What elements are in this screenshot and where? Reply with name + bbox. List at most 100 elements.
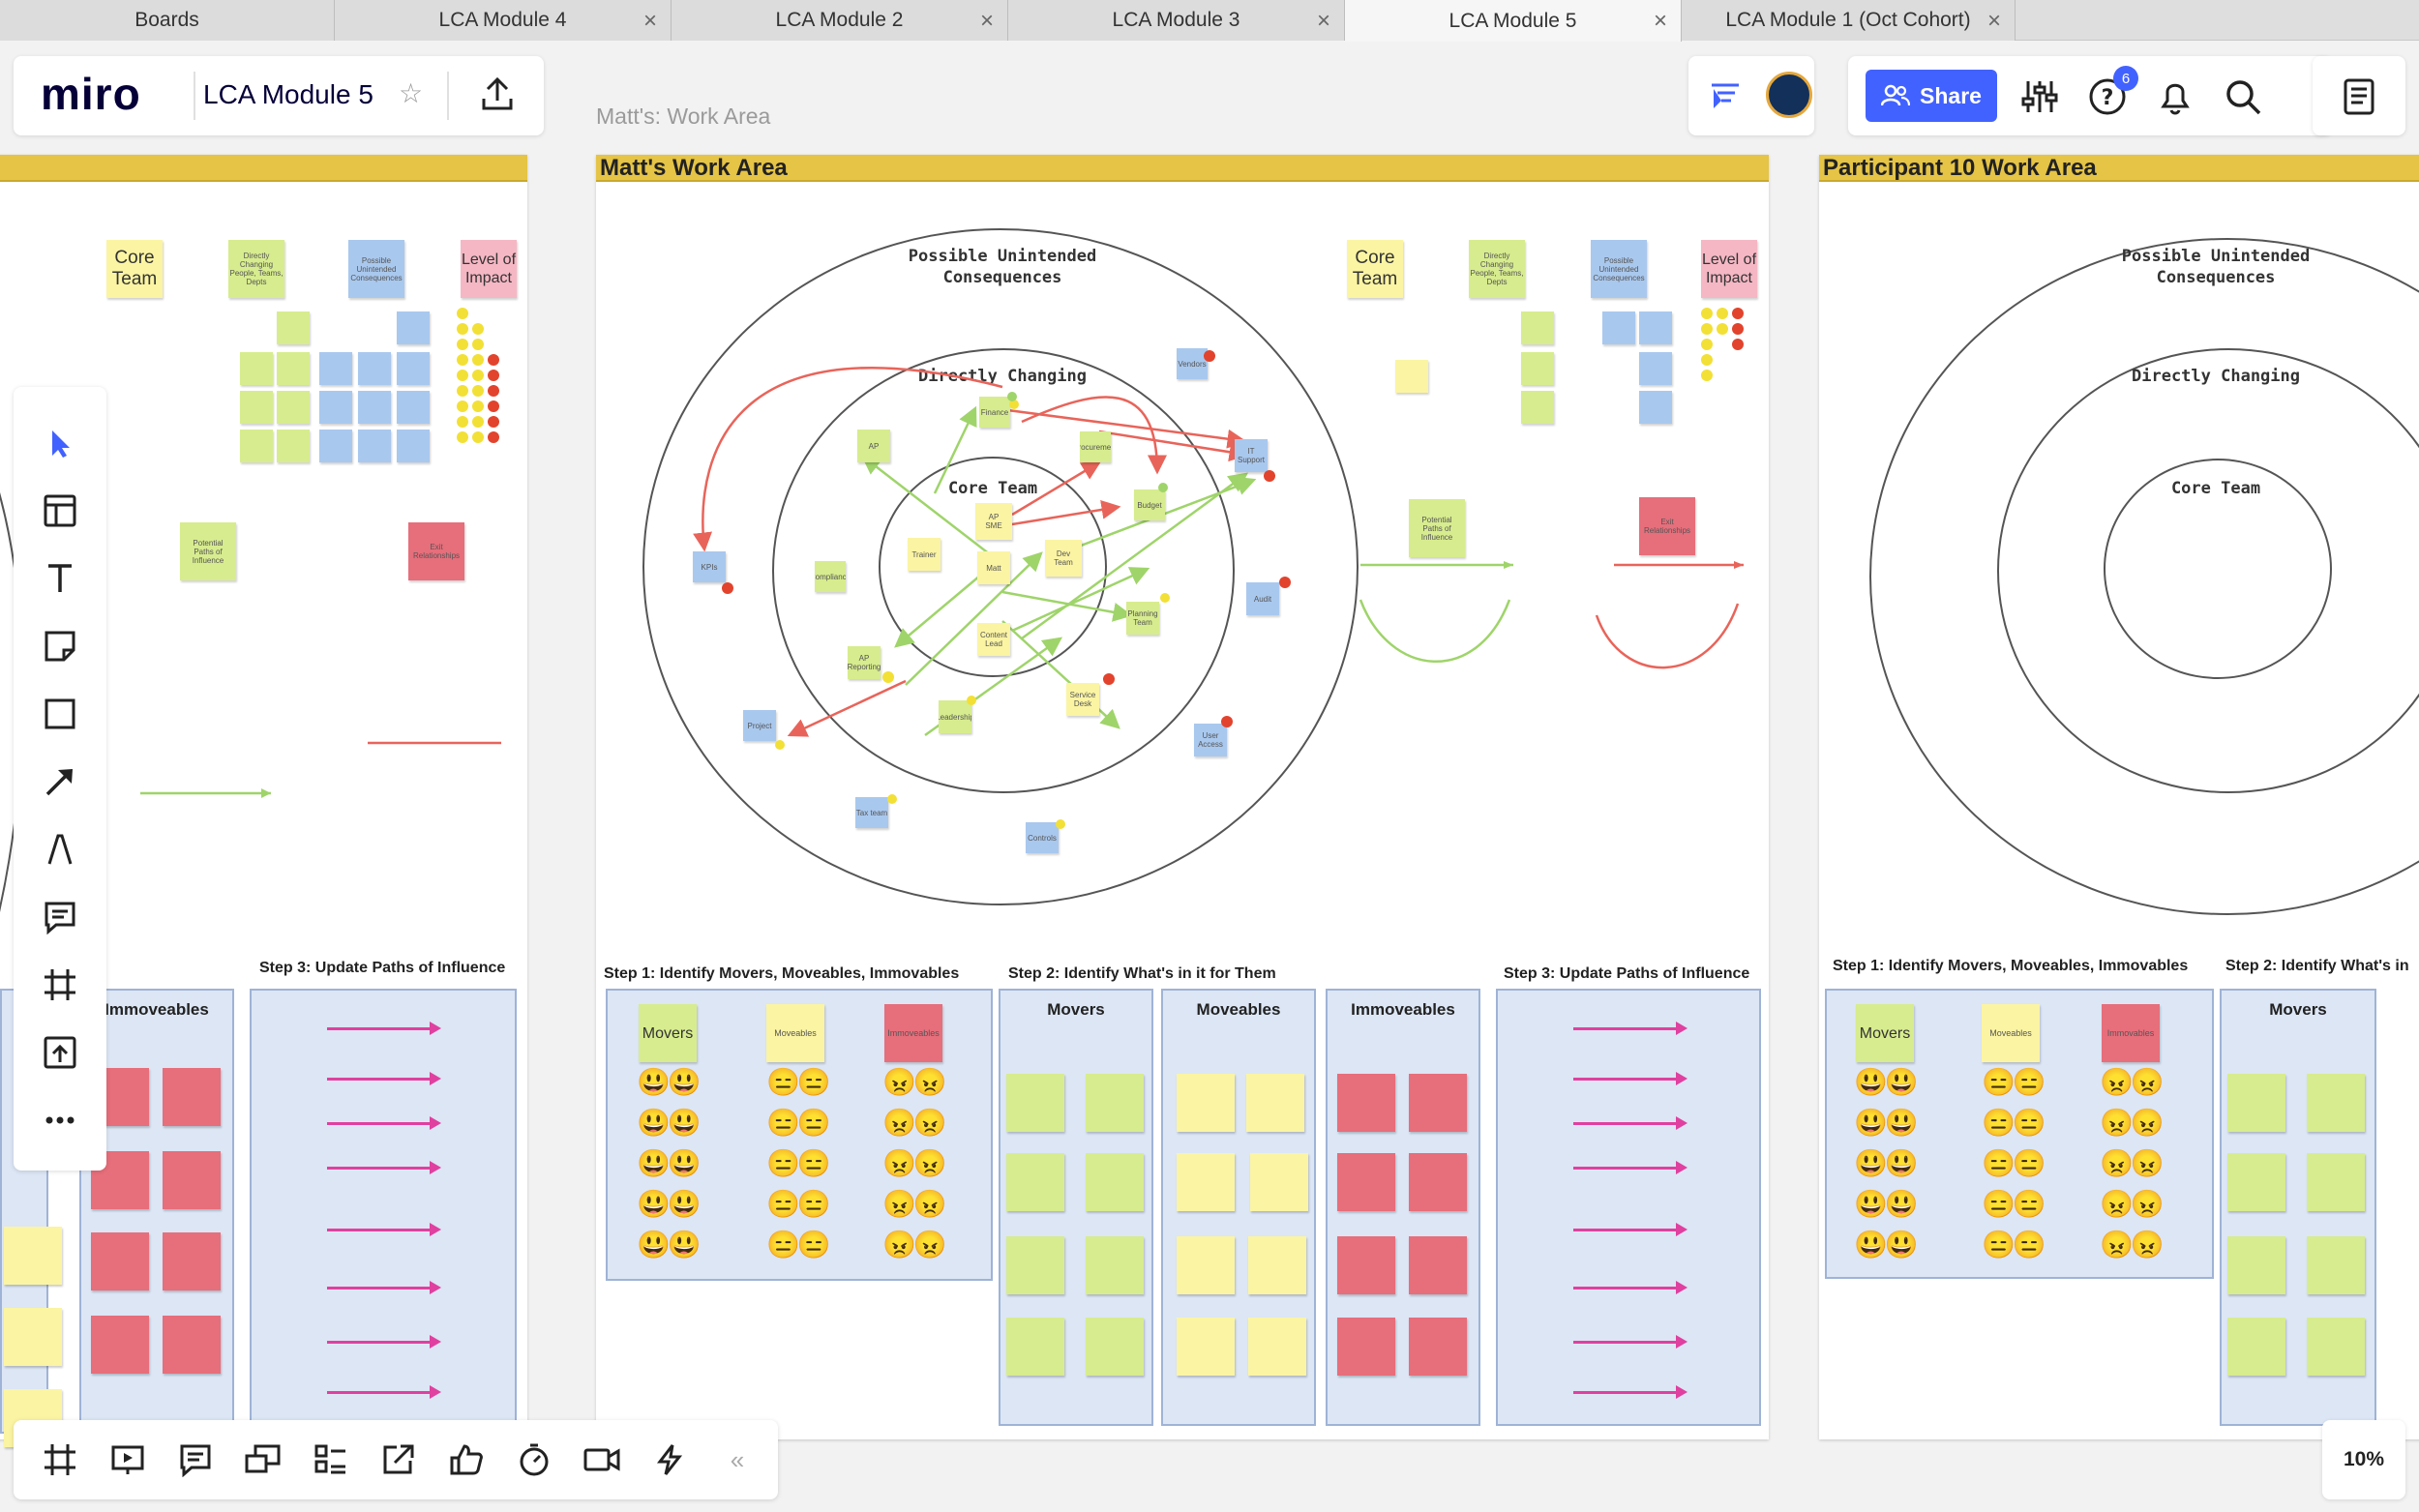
sticky[interactable]	[1006, 1074, 1064, 1132]
sticky-immovables[interactable]: Immoveables	[884, 1004, 942, 1062]
sticky-level-of-impact[interactable]: Level of Impact	[461, 240, 517, 298]
close-icon[interactable]: ×	[1654, 8, 1667, 35]
pen-icon[interactable]	[37, 826, 83, 873]
cards-list-icon[interactable]	[308, 1437, 354, 1483]
select-cursor-icon[interactable]	[37, 420, 83, 466]
sticky[interactable]	[1248, 1318, 1306, 1376]
sticky[interactable]	[4, 1227, 62, 1285]
sticky[interactable]	[1006, 1318, 1064, 1376]
sticky-core-team[interactable]: Core Team	[106, 240, 163, 298]
tab-boards[interactable]: Boards	[0, 0, 335, 41]
miro-logo[interactable]: miro	[41, 68, 141, 120]
connector-arrow-icon[interactable]	[37, 758, 83, 805]
document-icon[interactable]	[2340, 77, 2378, 121]
star-icon[interactable]: ☆	[399, 77, 423, 109]
sticky[interactable]	[1177, 1074, 1235, 1132]
video-icon[interactable]	[579, 1437, 625, 1483]
sticky[interactable]	[4, 1308, 62, 1366]
sticky[interactable]	[240, 352, 273, 385]
sticky[interactable]	[277, 352, 310, 385]
tab-lca-module-2[interactable]: LCA Module 2 ×	[672, 0, 1008, 41]
sticky[interactable]	[1006, 1236, 1064, 1294]
sticky[interactable]	[1086, 1236, 1144, 1294]
sticky[interactable]	[2227, 1153, 2285, 1211]
sticky[interactable]	[358, 352, 391, 385]
share-screen-icon[interactable]	[375, 1437, 422, 1483]
sticky[interactable]	[163, 1316, 221, 1374]
matt-work-area-frame[interactable]: Matt's Work Area Possible Unintended Con…	[596, 155, 1769, 1439]
sticky[interactable]	[1337, 1318, 1395, 1376]
sticky[interactable]	[91, 1232, 149, 1290]
participant-10-work-area-frame[interactable]: Participant 10 Work Area Possible Uninte…	[1819, 155, 2419, 1439]
export-icon[interactable]	[478, 75, 517, 119]
sticky[interactable]	[1337, 1153, 1395, 1211]
sticky-core-team-legend[interactable]: Core Team	[1347, 240, 1403, 298]
close-icon[interactable]: ×	[1317, 8, 1330, 35]
sticky[interactable]	[1337, 1236, 1395, 1294]
sticky[interactable]	[1086, 1153, 1144, 1211]
timer-icon[interactable]	[511, 1437, 557, 1483]
upload-icon[interactable]	[37, 1029, 83, 1076]
collapse-chevrons-icon[interactable]: «	[714, 1437, 761, 1483]
frames-icon[interactable]	[37, 1437, 83, 1483]
sticky-directly-changing[interactable]: Directly Changing People, Teams, Depts	[228, 240, 284, 298]
sticky-unintended[interactable]: Possible Unintended Consequences	[348, 240, 404, 298]
share-button[interactable]: Share	[1866, 70, 1997, 122]
zoom-level[interactable]: 10%	[2322, 1420, 2405, 1499]
close-icon[interactable]: ×	[980, 8, 994, 35]
sticky[interactable]	[91, 1316, 149, 1374]
sticky[interactable]	[2307, 1153, 2365, 1211]
sticky[interactable]	[1250, 1153, 1308, 1211]
sticky[interactable]	[2307, 1074, 2365, 1132]
sticky[interactable]	[397, 311, 430, 344]
sticky[interactable]	[163, 1068, 221, 1126]
sticky[interactable]	[397, 391, 430, 424]
sticky-note-icon[interactable]	[37, 623, 83, 669]
sticky[interactable]	[163, 1232, 221, 1290]
sticky[interactable]	[2307, 1236, 2365, 1294]
sticky[interactable]	[1086, 1074, 1144, 1132]
tab-lca-module-1[interactable]: LCA Module 1 (Oct Cohort) ×	[1682, 0, 2016, 41]
sticky[interactable]	[1246, 1074, 1304, 1132]
avatar[interactable]	[1766, 72, 1812, 118]
shape-icon[interactable]	[37, 691, 83, 737]
sticky[interactable]	[1639, 352, 1672, 385]
comments-icon[interactable]	[172, 1437, 219, 1483]
sticky[interactable]	[2227, 1236, 2285, 1294]
more-icon[interactable]	[37, 1097, 83, 1143]
tab-lca-module-4[interactable]: LCA Module 4 ×	[335, 0, 672, 41]
sticky[interactable]	[240, 391, 273, 424]
sticky[interactable]	[2227, 1074, 2285, 1132]
thumbs-up-icon[interactable]	[443, 1437, 490, 1483]
sticky[interactable]	[1248, 1236, 1306, 1294]
board-title[interactable]: LCA Module 5	[203, 79, 373, 110]
comment-icon[interactable]	[37, 894, 83, 940]
sticky[interactable]	[1177, 1236, 1235, 1294]
close-icon[interactable]: ×	[643, 8, 657, 35]
sticky[interactable]	[1639, 391, 1672, 424]
sticky-paths-legend[interactable]: Potential Paths of Influence	[1409, 499, 1465, 557]
sticky[interactable]	[397, 352, 430, 385]
sticky[interactable]	[1177, 1153, 1235, 1211]
sticky[interactable]	[358, 391, 391, 424]
bell-icon[interactable]	[2156, 77, 2195, 121]
sticky[interactable]	[1521, 352, 1554, 385]
screens-icon[interactable]	[240, 1437, 286, 1483]
sticky[interactable]	[2307, 1318, 2365, 1376]
sticky-unintended-legend[interactable]: Possible Unintended Consequences	[1591, 240, 1647, 298]
sticky[interactable]	[1006, 1153, 1064, 1211]
sticky[interactable]	[1395, 360, 1428, 393]
sticky[interactable]	[1337, 1074, 1395, 1132]
reactions-icon[interactable]	[1710, 79, 1745, 117]
sticky[interactable]	[319, 352, 352, 385]
sticky[interactable]	[1177, 1318, 1235, 1376]
close-icon[interactable]: ×	[1987, 8, 2001, 35]
sticky[interactable]	[1409, 1153, 1467, 1211]
text-icon[interactable]	[37, 555, 83, 602]
sticky[interactable]	[1409, 1318, 1467, 1376]
sticky[interactable]	[1086, 1318, 1144, 1376]
settings-sliders-icon[interactable]	[2020, 77, 2059, 121]
frame-icon[interactable]	[37, 962, 83, 1008]
sticky[interactable]	[1602, 311, 1635, 344]
sticky-movers[interactable]: Movers	[1856, 1004, 1914, 1062]
